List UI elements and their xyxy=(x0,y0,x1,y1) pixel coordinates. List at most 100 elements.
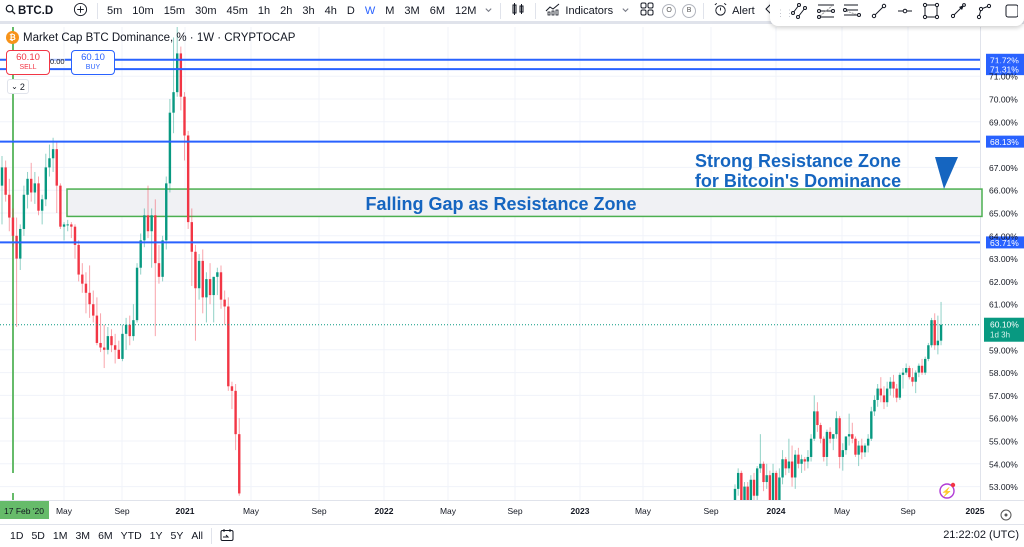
layouts-button[interactable] xyxy=(635,1,659,21)
candle-body xyxy=(44,167,47,200)
range-6m[interactable]: 6M xyxy=(94,530,117,542)
candle-body xyxy=(835,418,838,435)
candle xyxy=(765,463,768,489)
strong-resistance-label-line2: for Bitcoin's Dominance xyxy=(695,171,901,191)
lightning-badge[interactable]: ⚡ xyxy=(939,482,956,499)
x-tick-label: 2023 xyxy=(571,506,590,516)
candle xyxy=(132,304,135,341)
timeframe-2h[interactable]: 2h xyxy=(275,5,297,17)
candle xyxy=(208,263,212,305)
drag-handle-icon[interactable]: ⋮⋮ xyxy=(776,9,794,18)
price-chart[interactable]: 17 Feb '20 60.10%1d 3h71.72%71.31%68.13%… xyxy=(0,27,1024,524)
path-icon xyxy=(975,2,993,25)
timeframe-dropdown[interactable] xyxy=(481,1,496,21)
symbol-search[interactable]: BTC.D xyxy=(0,1,60,21)
y-tick-label: 56.00% xyxy=(989,414,1018,424)
x-tick-label: May xyxy=(834,506,851,516)
collapse-indicators-button[interactable]: ⌄ 2 xyxy=(7,79,29,94)
candle-body xyxy=(22,194,26,229)
range-1m[interactable]: 1M xyxy=(49,530,72,542)
candle-body xyxy=(904,368,908,373)
candle-body xyxy=(927,345,930,359)
candle xyxy=(854,436,857,457)
timeframe-m[interactable]: M xyxy=(380,5,399,17)
candle-body xyxy=(190,222,193,252)
candle-body xyxy=(11,217,15,236)
time-axis[interactable]: May Sep 2021 May Sep 2022 May Sep 2023 May Sep 2024… xyxy=(0,500,1024,517)
more-tools[interactable] xyxy=(998,3,1024,23)
timeframe-w[interactable]: W xyxy=(360,5,380,17)
range-all[interactable]: All xyxy=(187,530,207,542)
candle-body xyxy=(95,315,99,343)
buy-button[interactable]: 60.10 BUY xyxy=(71,50,115,75)
candle-body xyxy=(216,272,219,277)
arrow-tool[interactable] xyxy=(945,2,971,23)
range-5y[interactable]: 5Y xyxy=(167,530,188,542)
alert-button[interactable]: Alert xyxy=(708,1,760,21)
candle xyxy=(838,415,841,469)
chart-type-button[interactable] xyxy=(505,1,531,21)
timeframe-4h[interactable]: 4h xyxy=(320,5,342,17)
path-tool[interactable] xyxy=(971,3,997,23)
candle xyxy=(55,142,58,213)
timeframe-15m[interactable]: 15m xyxy=(159,5,190,17)
candle-body xyxy=(784,459,787,469)
timeframe-5m[interactable]: 5m xyxy=(102,5,127,17)
timeframe-3h[interactable]: 3h xyxy=(297,5,319,17)
x-tick-label: May xyxy=(243,506,260,516)
parallel-channel-icon xyxy=(816,2,836,25)
candle-body xyxy=(77,244,80,275)
candle xyxy=(759,434,762,473)
timeframe-10m[interactable]: 10m xyxy=(127,5,158,17)
candle xyxy=(179,46,183,111)
candle-body xyxy=(121,333,124,359)
price-axis[interactable]: 71.00% 70.00% 69.00% 67.00% 66.00% 65.00% 64.0… xyxy=(989,72,1018,492)
range-1y[interactable]: 1Y xyxy=(146,530,167,542)
candle-body xyxy=(128,324,131,337)
ray-tool[interactable] xyxy=(865,3,891,23)
grid xyxy=(0,27,981,500)
candle-body xyxy=(113,345,117,350)
range-ytd[interactable]: YTD xyxy=(117,530,146,542)
y-tick-label: 58.00% xyxy=(989,368,1018,378)
candle-body xyxy=(797,454,800,464)
timeframe-d[interactable]: D xyxy=(342,5,360,17)
sell-label: SELL xyxy=(19,64,37,71)
candle xyxy=(901,368,905,389)
range-3m[interactable]: 3M xyxy=(71,530,94,542)
candle-body xyxy=(752,479,756,496)
timeframe-45m[interactable]: 45m xyxy=(222,5,253,17)
range-5d[interactable]: 5D xyxy=(27,530,48,542)
y-tick-label: 62.00% xyxy=(989,277,1018,287)
candle-body xyxy=(40,199,44,211)
candle xyxy=(37,176,40,216)
date-range-button[interactable] xyxy=(220,528,234,545)
timeframe-12m[interactable]: 12M xyxy=(450,5,481,17)
candle-body xyxy=(37,183,40,211)
divider xyxy=(535,2,537,19)
candle-body xyxy=(84,283,88,293)
range-1d[interactable]: 1D xyxy=(6,530,27,542)
timeframe-6m[interactable]: 6M xyxy=(425,5,450,17)
compare-button[interactable] xyxy=(68,1,93,21)
timeframe-1h[interactable]: 1h xyxy=(253,5,275,17)
rectangle-tool[interactable] xyxy=(918,2,944,23)
parallel-channel-tool[interactable] xyxy=(812,3,838,23)
trend-line-tool[interactable] xyxy=(786,2,812,23)
b-button[interactable]: B xyxy=(682,3,697,18)
sell-button[interactable]: 60.10 SELL xyxy=(6,50,50,75)
timeframe-30m[interactable]: 30m xyxy=(190,5,221,17)
timeframe-3m[interactable]: 3M xyxy=(399,5,424,17)
candle xyxy=(835,411,838,439)
axis-settings[interactable] xyxy=(1000,509,1012,521)
candle-body xyxy=(930,320,933,346)
candle-body xyxy=(103,347,106,350)
horizontal-ray-tool[interactable] xyxy=(892,3,918,23)
o-button[interactable]: O xyxy=(662,3,677,18)
candle xyxy=(194,244,197,341)
fib-retracement-tool[interactable] xyxy=(839,3,865,23)
indicators-button[interactable]: Indicators xyxy=(540,1,635,21)
y-tick-label: 67.00% xyxy=(989,163,1018,173)
candle-body xyxy=(62,224,66,227)
clock[interactable]: 21:22:02 (UTC) xyxy=(943,529,1019,541)
